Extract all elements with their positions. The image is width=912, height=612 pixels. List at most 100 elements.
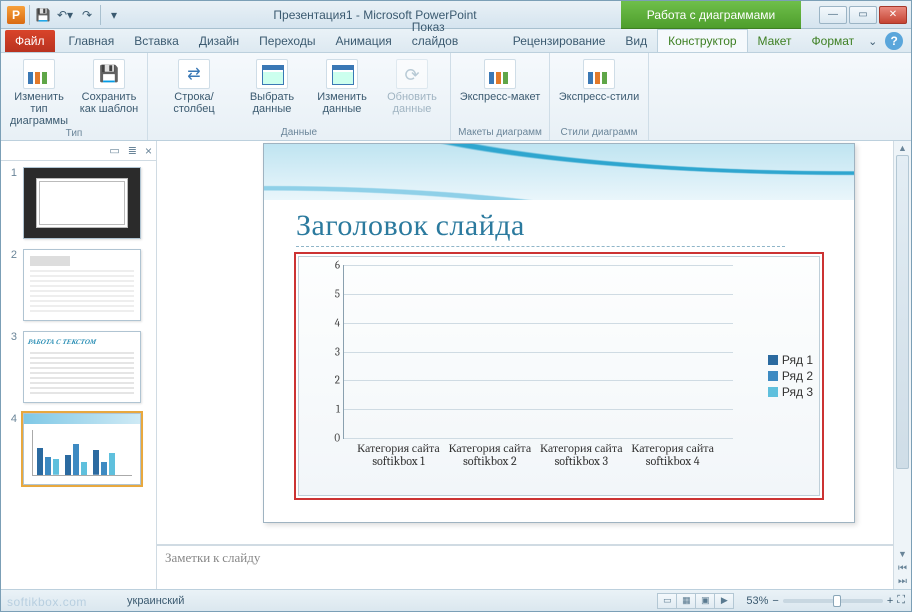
app-window: 💾 ↶▾ ↷ ▾ Презентация1 - Microsoft PowerP… xyxy=(0,0,912,612)
x-label: Категория сайта softikbox 2 xyxy=(447,438,533,468)
qat-redo-icon[interactable]: ↷ xyxy=(78,6,96,24)
editor: Заголовок слайда 0123456Категория сайта … xyxy=(157,141,893,589)
scroll-down-icon[interactable]: ▼ xyxy=(898,547,907,561)
chart-type-icon xyxy=(23,59,55,89)
legend-label: Ряд 2 xyxy=(782,369,813,383)
chart-area: 0123456Категория сайта softikbox 1Катего… xyxy=(298,256,820,496)
reading-view-button[interactable]: ▣ xyxy=(695,593,715,609)
edit-data-button[interactable]: Изменить данные xyxy=(310,55,374,126)
tab-review[interactable]: Рецензирование xyxy=(503,30,616,52)
zoom-slider[interactable] xyxy=(783,599,883,603)
qat-save-icon[interactable]: 💾 xyxy=(34,6,52,24)
legend-label: Ряд 3 xyxy=(782,385,813,399)
zoom-out-button[interactable]: − xyxy=(772,595,778,607)
y-tick: 1 xyxy=(336,403,340,416)
sorter-view-button[interactable]: ▦ xyxy=(676,593,696,609)
contextual-tab-label: Работа с диаграммами xyxy=(621,1,801,29)
close-panel-icon[interactable]: × xyxy=(145,144,152,158)
prev-slide-icon[interactable]: ⏮ xyxy=(898,563,907,574)
thumbnail-slide-1[interactable]: 1 xyxy=(5,167,152,239)
tab-file[interactable]: Файл xyxy=(5,30,55,52)
zoom-percent[interactable]: 53% xyxy=(746,595,768,607)
scroll-up-icon[interactable]: ▲ xyxy=(898,141,907,155)
tab-chart-format[interactable]: Формат xyxy=(802,30,865,52)
select-data-icon xyxy=(256,59,288,89)
scroll-track[interactable] xyxy=(894,155,911,547)
legend-label: Ряд 1 xyxy=(782,353,813,367)
tab-view[interactable]: Вид xyxy=(615,30,657,52)
chart-object[interactable]: 0123456Категория сайта softikbox 1Катего… xyxy=(294,252,824,500)
minimize-button[interactable]: — xyxy=(819,6,847,24)
y-tick: 2 xyxy=(335,374,340,387)
change-chart-type-button[interactable]: Изменить тип диаграммы xyxy=(7,55,71,127)
slide-nav: ⏮ ⏭ xyxy=(898,561,907,589)
tab-home[interactable]: Главная xyxy=(59,30,125,52)
tab-design[interactable]: Дизайн xyxy=(189,30,249,52)
close-button[interactable]: ✕ xyxy=(879,6,907,24)
tab-animations[interactable]: Анимация xyxy=(325,30,401,52)
thumbnail-slide-4[interactable]: 4 xyxy=(5,413,152,485)
legend-item: Ряд 1 xyxy=(768,353,813,367)
thumbnail-slide-3[interactable]: 3 xyxy=(5,331,152,403)
quick-styles-button[interactable]: Экспресс-стили xyxy=(556,55,642,126)
legend-item: Ряд 2 xyxy=(768,369,813,383)
slide-panel: ▭ ≣ × 1 2 3 4 xyxy=(1,141,157,589)
status-language[interactable]: украинский xyxy=(127,595,184,607)
outline-tab-icon[interactable]: ▭ xyxy=(109,144,119,157)
switch-row-col-icon xyxy=(178,59,210,89)
zoom-in-button[interactable]: + xyxy=(887,595,893,607)
window-controls: — ▭ ✕ xyxy=(801,1,911,29)
quick-layout-button[interactable]: Экспресс-макет xyxy=(457,55,543,126)
tab-slideshow[interactable]: Показ слайдов xyxy=(402,16,503,52)
select-data-button[interactable]: Выбрать данные xyxy=(240,55,304,126)
ribbon: Изменить тип диаграммы Сохранить как шаб… xyxy=(1,53,911,141)
tab-chart-layout[interactable]: Макет xyxy=(748,30,802,52)
zoom-control: 53% − + ⛶ xyxy=(746,594,905,607)
notes-pane[interactable]: Заметки к слайду xyxy=(157,545,893,589)
edit-data-icon xyxy=(326,59,358,89)
fit-to-window-button[interactable]: ⛶ xyxy=(897,594,905,607)
normal-view-button[interactable]: ▭ xyxy=(657,593,677,609)
y-tick: 5 xyxy=(335,287,340,300)
ribbon-minimize-icon[interactable]: ⌄ xyxy=(864,35,881,52)
chart-legend: Ряд 1 Ряд 2 Ряд 3 xyxy=(768,351,813,401)
qat-undo-icon[interactable]: ↶▾ xyxy=(56,6,74,24)
vertical-scrollbar[interactable]: ▲ ▼ ⏮ ⏭ xyxy=(893,141,911,589)
app-icon[interactable] xyxy=(7,6,25,24)
slideshow-view-button[interactable]: ▶ xyxy=(714,593,734,609)
workspace: ▭ ≣ × 1 2 3 4 Заголовок слайда 0 1 2 3 4 5 6 Ка… xyxy=(1,141,911,589)
next-slide-icon[interactable]: ⏭ xyxy=(898,576,907,587)
y-tick: 3 xyxy=(335,345,340,358)
x-label: Категория сайта softikbox 3 xyxy=(539,438,625,468)
legend-swatch xyxy=(768,371,778,381)
slide-title[interactable]: Заголовок слайда xyxy=(296,208,525,243)
legend-swatch xyxy=(768,355,778,365)
quick-access-toolbar: 💾 ↶▾ ↷ ▾ xyxy=(1,1,129,29)
slides-tab-icon[interactable]: ≣ xyxy=(128,144,137,157)
qat-customize-icon[interactable]: ▾ xyxy=(105,6,123,24)
y-tick: 0 xyxy=(334,432,340,445)
watermark: softikbox.com xyxy=(7,595,87,609)
legend-swatch xyxy=(768,387,778,397)
slide-panel-header: ▭ ≣ × xyxy=(1,141,156,161)
switch-row-column-button[interactable]: Строка/столбец xyxy=(154,55,234,126)
help-icon[interactable]: ? xyxy=(885,32,903,50)
slide-canvas[interactable]: Заголовок слайда 0123456Категория сайта … xyxy=(157,141,893,545)
view-buttons: ▭ ▦ ▣ ▶ xyxy=(658,593,734,609)
quick-styles-icon xyxy=(583,59,615,89)
thumbnail-slide-2[interactable]: 2 xyxy=(5,249,152,321)
ribbon-group-type: Изменить тип диаграммы Сохранить как шаб… xyxy=(1,53,148,140)
y-tick: 6 xyxy=(335,259,340,272)
scroll-thumb[interactable] xyxy=(896,155,909,469)
thumbnail-list[interactable]: 1 2 3 4 xyxy=(1,161,156,589)
ribbon-group-chart-layouts: Экспресс-макет Макеты диаграмм xyxy=(451,53,550,140)
tab-transitions[interactable]: Переходы xyxy=(249,30,325,52)
maximize-button[interactable]: ▭ xyxy=(849,6,877,24)
save-as-template-button[interactable]: Сохранить как шаблон xyxy=(77,55,141,127)
ribbon-group-chart-styles: Экспресс-стили Стили диаграмм xyxy=(550,53,649,140)
refresh-data-button: Обновить данные xyxy=(380,55,444,126)
ribbon-group-data: Строка/столбец Выбрать данные Изменить д… xyxy=(148,53,451,140)
tab-chart-design[interactable]: Конструктор xyxy=(657,29,747,52)
tab-insert[interactable]: Вставка xyxy=(124,30,189,52)
legend-item: Ряд 3 xyxy=(768,385,813,399)
